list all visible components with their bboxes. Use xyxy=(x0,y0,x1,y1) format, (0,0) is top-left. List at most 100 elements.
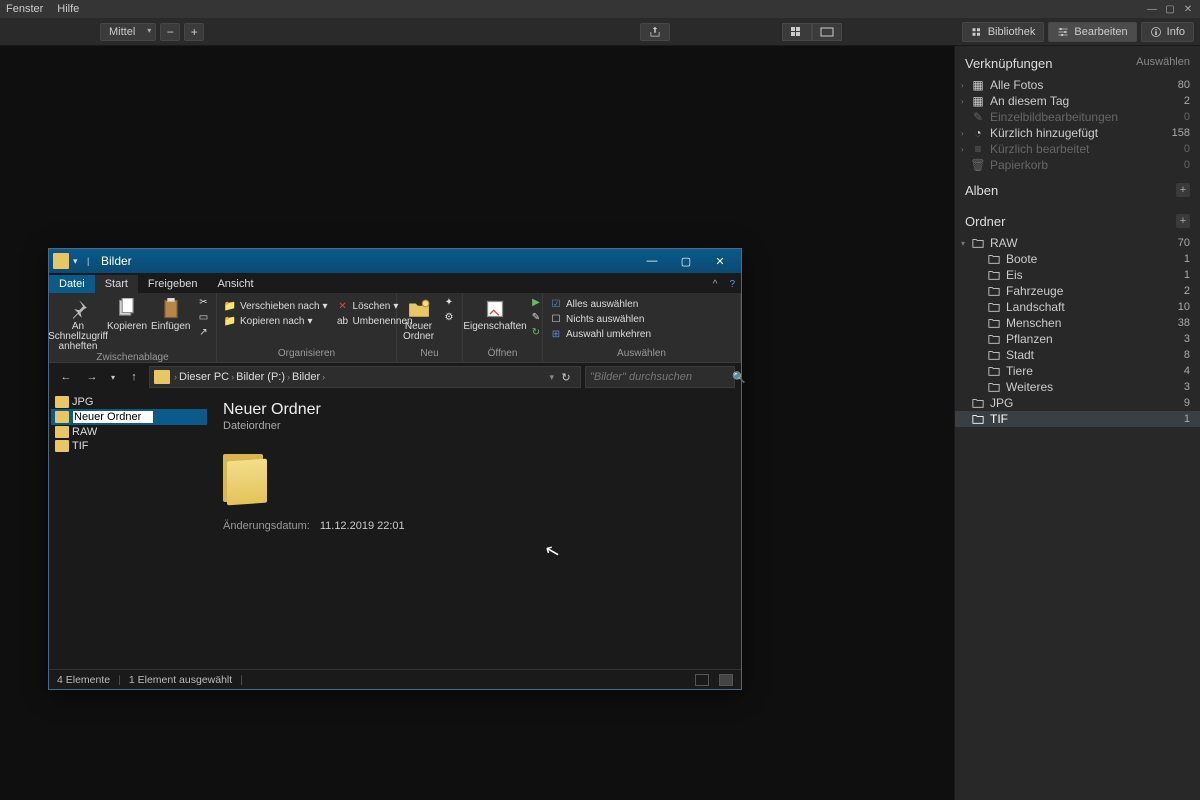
breadcrumb-item[interactable]: Bilder xyxy=(292,371,320,383)
sliders-icon: ≡ xyxy=(971,142,985,156)
status-count: 4 Elemente xyxy=(57,674,110,686)
link-row[interactable]: ›▦An diesem Tag2 xyxy=(955,93,1200,109)
folder-count: 10 xyxy=(1178,301,1190,313)
move-to-button[interactable]: 📁Verschieben nach ▾ xyxy=(221,299,330,313)
nav-up-button[interactable]: ↑ xyxy=(123,367,145,387)
explorer-maximize-button[interactable]: ▢ xyxy=(669,250,703,272)
explorer-minimize-button[interactable]: — xyxy=(635,250,669,272)
menu-fenster[interactable]: Fenster xyxy=(6,3,43,15)
select-all-button[interactable]: ☑Alles auswählen xyxy=(547,297,653,311)
ribbon-help-icon[interactable]: ? xyxy=(723,276,741,293)
move-icon: 📁 xyxy=(223,299,237,313)
folder-row[interactable]: Stadt8 xyxy=(955,347,1200,363)
tree-item[interactable]: RAW xyxy=(51,425,207,439)
zoom-out-button[interactable]: − xyxy=(160,23,180,41)
folder-icon xyxy=(987,252,1001,266)
paste-button[interactable]: Einfügen xyxy=(151,295,190,332)
tab-start[interactable]: Start xyxy=(95,275,138,293)
folder-row[interactable]: ▾RAW70 xyxy=(955,235,1200,251)
folder-label: RAW xyxy=(990,236,1178,250)
delete-icon: ✕ xyxy=(336,299,350,313)
search-box[interactable]: 🔍 xyxy=(585,366,735,388)
win-close-icon[interactable]: ✕ xyxy=(1182,3,1194,15)
mode-edit-button[interactable]: Bearbeiten xyxy=(1048,22,1136,42)
folder-row[interactable]: Tiere4 xyxy=(955,363,1200,379)
window-title: Bilder xyxy=(101,254,635,268)
link-row[interactable]: ›▦Alle Fotos80 xyxy=(955,77,1200,93)
breadcrumb-item[interactable]: Bilder (P:) xyxy=(236,371,285,383)
grid-icon xyxy=(791,27,803,37)
folder-row[interactable]: Menschen38 xyxy=(955,315,1200,331)
link-row[interactable]: ›≡Kürzlich bearbeitet0 xyxy=(955,141,1200,157)
win-minimize-icon[interactable]: — xyxy=(1146,3,1158,15)
copy-path-button[interactable]: ▭ xyxy=(194,310,212,324)
status-details-view-icon[interactable] xyxy=(695,674,709,686)
tree-item[interactable]: TIF xyxy=(51,439,207,453)
folder-icon xyxy=(55,426,69,438)
add-album-button[interactable]: + xyxy=(1176,183,1190,197)
group-organize-label: Organisieren xyxy=(221,348,392,360)
breadcrumb[interactable]: › Dieser PC › Bilder (P:) › Bilder › ▾ ↻ xyxy=(149,366,581,388)
tree-item-editing[interactable] xyxy=(51,409,207,425)
folder-row[interactable]: Pflanzen3 xyxy=(955,331,1200,347)
pin-icon xyxy=(66,297,90,321)
single-view-button[interactable] xyxy=(812,23,842,41)
tab-datei[interactable]: Datei xyxy=(49,275,95,293)
share-button[interactable] xyxy=(640,23,670,41)
grid-view-button[interactable] xyxy=(782,23,812,41)
share-icon xyxy=(649,26,661,38)
tab-freigeben[interactable]: Freigeben xyxy=(138,275,208,293)
chevron-right-icon: › xyxy=(961,81,971,90)
link-row[interactable]: ›◔Kürzlich hinzugefügt158 xyxy=(955,125,1200,141)
zoom-in-button[interactable]: + xyxy=(184,23,204,41)
breadcrumb-item[interactable]: Dieser PC xyxy=(179,371,229,383)
ribbon-collapse-icon[interactable]: ^ xyxy=(707,276,724,293)
refresh-button[interactable]: ↻ xyxy=(556,371,576,384)
win-maximize-icon[interactable]: ▢ xyxy=(1164,3,1176,15)
tab-ansicht[interactable]: Ansicht xyxy=(207,275,263,293)
folder-row[interactable]: Landschaft10 xyxy=(955,299,1200,315)
folder-row[interactable]: Eis1 xyxy=(955,267,1200,283)
copy-to-button[interactable]: 📁Kopieren nach ▾ xyxy=(221,314,330,328)
folder-row[interactable]: Fahrzeuge2 xyxy=(955,283,1200,299)
zoom-level-select[interactable]: Mittel xyxy=(100,23,156,41)
new-folder-button[interactable]: Neuer Ordner xyxy=(401,295,436,342)
easy-access-button[interactable]: ⚙ xyxy=(440,310,458,324)
folder-row[interactable]: JPG9 xyxy=(955,395,1200,411)
pin-button[interactable]: An Schnellzugriff anheften xyxy=(53,295,103,352)
tree-item[interactable]: JPG xyxy=(51,395,207,409)
rename-input[interactable] xyxy=(72,410,154,424)
nav-forward-button[interactable]: → xyxy=(81,367,103,387)
properties-button[interactable]: Eigenschaften xyxy=(467,295,523,332)
mode-info-button[interactable]: Info xyxy=(1141,22,1194,42)
paste-shortcut-button[interactable]: ↗ xyxy=(194,325,212,339)
invert-selection-button[interactable]: ⊞Auswahl umkehren xyxy=(547,327,653,341)
breadcrumb-dropdown-icon[interactable]: ▾ xyxy=(549,372,554,383)
link-row[interactable]: ✎Einzelbildbearbeitungen0 xyxy=(955,109,1200,125)
app-menubar: Fenster Hilfe — ▢ ✕ xyxy=(0,0,1200,18)
explorer-navbar: ← → ▾ ↑ › Dieser PC › Bilder (P:) › Bild… xyxy=(49,363,741,391)
nav-back-button[interactable]: ← xyxy=(55,367,77,387)
link-count: 158 xyxy=(1172,127,1190,139)
link-row[interactable]: 🗑Papierkorb0 xyxy=(955,157,1200,173)
status-icons-view-icon[interactable] xyxy=(719,674,733,686)
explorer-titlebar[interactable]: ▾ | Bilder — ▢ ✕ xyxy=(49,249,741,273)
folder-icon xyxy=(971,396,985,410)
qat-dropdown-icon[interactable]: ▾ xyxy=(73,256,83,267)
explorer-close-button[interactable]: ✕ xyxy=(703,250,737,272)
select-none-button[interactable]: ☐Nichts auswählen xyxy=(547,312,653,326)
menu-hilfe[interactable]: Hilfe xyxy=(57,3,79,15)
copy-button[interactable]: Kopieren xyxy=(107,295,147,332)
new-item-button[interactable]: ✦ xyxy=(440,295,458,309)
links-select-action[interactable]: Auswählen xyxy=(1136,56,1190,71)
add-folder-button[interactable]: + xyxy=(1176,214,1190,228)
nav-history-button[interactable]: ▾ xyxy=(107,367,119,387)
invert-icon: ⊞ xyxy=(549,327,563,341)
search-input[interactable] xyxy=(590,371,732,383)
cut-button[interactable]: ✂ xyxy=(194,295,212,309)
link-label: An diesem Tag xyxy=(990,94,1184,108)
mode-library-button[interactable]: Bibliothek xyxy=(962,22,1045,42)
folder-row[interactable]: Boote1 xyxy=(955,251,1200,267)
folder-row[interactable]: TIF1 xyxy=(955,411,1200,427)
folder-row[interactable]: Weiteres3 xyxy=(955,379,1200,395)
